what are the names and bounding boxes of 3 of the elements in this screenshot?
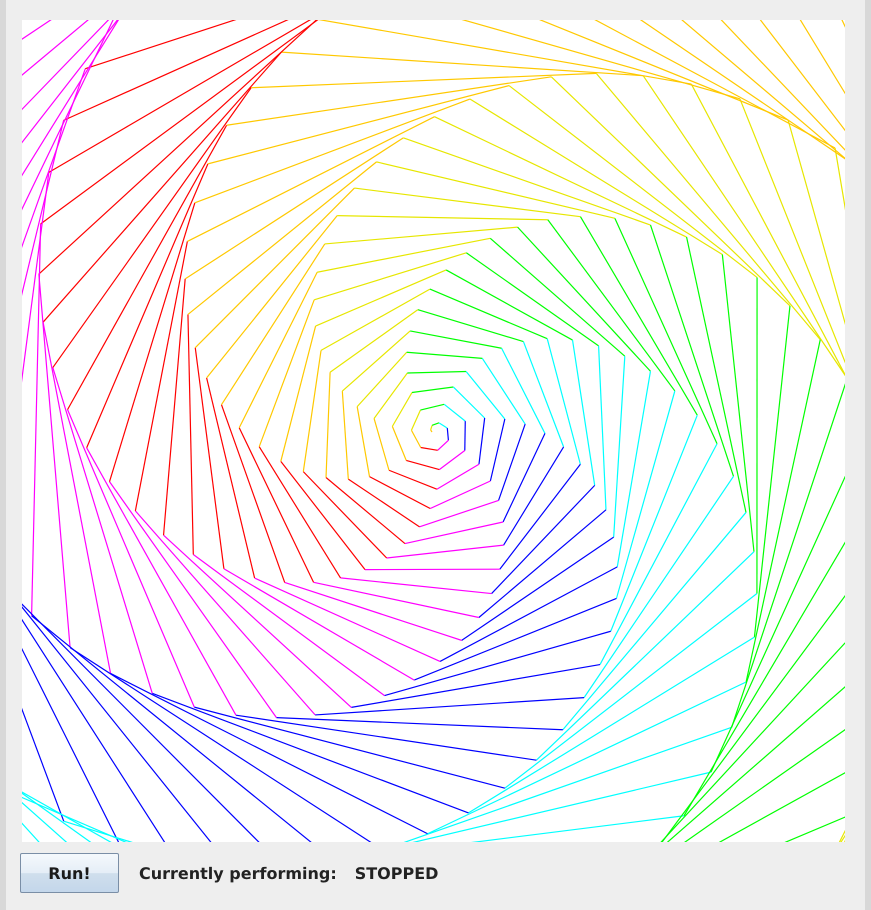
status-label: Currently performing: [139, 864, 337, 882]
run-button[interactable]: Run! [20, 853, 119, 893]
status-value: STOPPED [354, 864, 438, 882]
